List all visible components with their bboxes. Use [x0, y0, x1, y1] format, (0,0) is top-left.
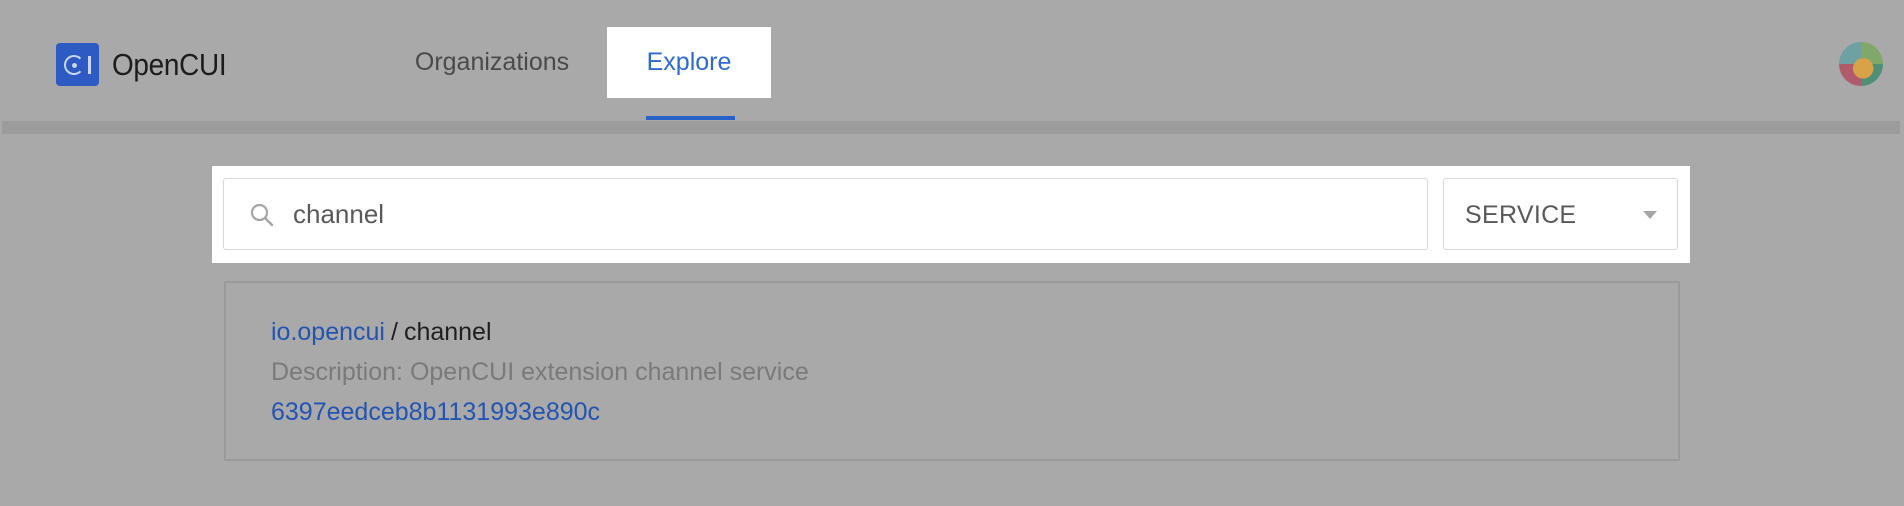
- result-title: io.opencui / channel: [271, 318, 492, 347]
- header-divider: [2, 121, 1900, 134]
- result-card[interactable]: io.opencui / channel Description: OpenCUI …: [224, 281, 1680, 461]
- type-select[interactable]: SERVICE: [1443, 178, 1678, 250]
- chevron-down-icon: [1643, 211, 1657, 219]
- app-logo[interactable]: OpenCUI: [56, 43, 239, 86]
- page: OpenCUI Organizations Explore SERVICE io…: [0, 0, 1904, 506]
- result-separator: /: [390, 318, 398, 346]
- tab-organizations[interactable]: Organizations: [392, 27, 592, 97]
- search-panel: SERVICE: [212, 166, 1690, 263]
- active-tab-indicator: [646, 116, 735, 120]
- app-name: OpenCUI: [112, 46, 227, 82]
- search-icon: [250, 203, 274, 227]
- result-description: Description: OpenCUI extension channel s…: [271, 358, 809, 386]
- result-org-link[interactable]: io.opencui: [271, 318, 385, 346]
- result-name[interactable]: channel: [404, 318, 492, 346]
- search-box[interactable]: [223, 178, 1428, 250]
- tab-explore[interactable]: Explore: [607, 27, 771, 98]
- type-select-value: SERVICE: [1465, 201, 1577, 229]
- search-input[interactable]: [293, 179, 1413, 249]
- top-navbar: OpenCUI Organizations Explore: [0, 0, 1904, 121]
- avatar[interactable]: [1839, 42, 1883, 86]
- opencui-logo-icon: [56, 43, 99, 86]
- result-id: 6397eedceb8b1131993e890c: [271, 398, 601, 426]
